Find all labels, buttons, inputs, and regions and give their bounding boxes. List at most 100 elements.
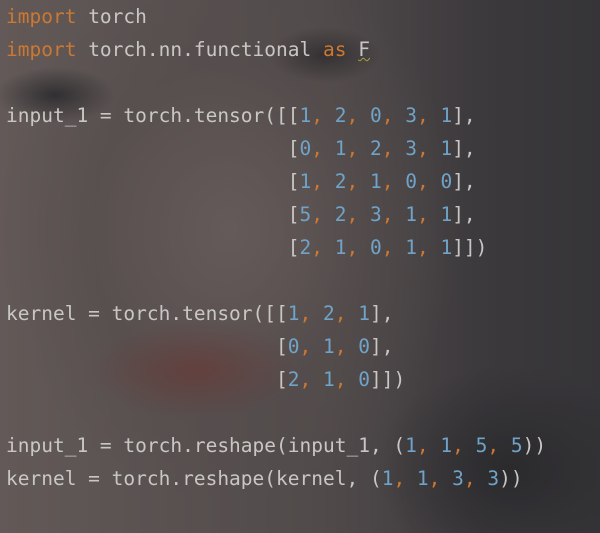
code-token: [ (6, 170, 300, 193)
keyword-token: , (334, 302, 359, 325)
code-line[interactable]: input_1 = torch.reshape(input_1, (1, 1, … (6, 429, 546, 462)
keyword-token: , (346, 236, 370, 259)
number-token: 1 (334, 236, 347, 259)
keyword-token: import (6, 38, 77, 61)
code-line[interactable]: [0, 1, 0], (6, 330, 546, 363)
number-token: 1 (299, 104, 312, 127)
number-token: 0 (369, 236, 382, 259)
number-token: 1 (287, 302, 300, 325)
number-token: 1 (405, 434, 417, 457)
number-token: 2 (369, 137, 382, 160)
keyword-token: , (334, 368, 359, 391)
keyword-token: , (416, 236, 441, 259)
code-token: [ (6, 203, 300, 226)
keyword-token: as (323, 38, 347, 61)
number-token: 0 (287, 335, 300, 358)
code-token: [ (6, 236, 300, 259)
keyword-token: , (299, 335, 323, 358)
keyword-token: , (381, 170, 406, 193)
keyword-token: , (311, 137, 335, 160)
code-token: kernel = torch.tensor([[ (6, 302, 288, 325)
number-token: 0 (358, 368, 370, 391)
code-editor[interactable]: import torch import torch.nn.functional a… (6, 0, 546, 495)
keyword-token: , (346, 104, 370, 127)
keyword-token: , (463, 467, 488, 490)
code-line[interactable]: [5, 2, 3, 1, 1], (6, 198, 546, 231)
keyword-token: , (346, 137, 370, 160)
code-token: ], (369, 302, 394, 325)
keyword-token: , (381, 236, 406, 259)
keyword-token: , (311, 104, 335, 127)
number-token: 1 (405, 203, 417, 226)
number-token: 2 (334, 203, 347, 226)
number-token: 1 (334, 137, 347, 160)
number-token: 1 (381, 467, 394, 490)
code-line[interactable]: import torch (6, 0, 546, 33)
keyword-token: , (299, 368, 323, 391)
number-token: 2 (334, 170, 347, 193)
code-token: torch (76, 5, 147, 28)
code-token: [ (6, 137, 300, 160)
number-token: 0 (358, 335, 370, 358)
code-line[interactable]: kernel = torch.tensor([[1, 2, 1], (6, 297, 546, 330)
number-token: 1 (358, 302, 370, 325)
code-line[interactable]: [2, 1, 0]]) (6, 363, 546, 396)
number-token: 1 (323, 335, 335, 358)
keyword-token: , (416, 170, 441, 193)
number-token: 3 (405, 137, 417, 160)
keyword-token: , (393, 467, 417, 490)
number-token: 0 (405, 170, 417, 193)
number-token: 5 (510, 434, 523, 457)
keyword-token: , (346, 170, 370, 193)
code-token: )) (499, 467, 523, 490)
keyword-token: , (487, 434, 511, 457)
code-line[interactable] (6, 66, 546, 99)
number-token: 1 (440, 434, 453, 457)
code-token: ], (452, 203, 476, 226)
keyword-token: , (416, 203, 441, 226)
number-token: 5 (475, 434, 488, 457)
keyword-token: , (381, 104, 406, 127)
number-token: 5 (299, 203, 312, 226)
code-line[interactable]: [0, 1, 2, 3, 1], (6, 132, 546, 165)
code-token: input_1 = torch.tensor([[ (6, 104, 300, 127)
code-token: ]]) (369, 368, 406, 391)
number-token: 3 (487, 467, 500, 490)
keyword-token: , (381, 137, 406, 160)
keyword-token: , (334, 335, 359, 358)
number-token: 3 (405, 104, 417, 127)
code-line[interactable]: input_1 = torch.tensor([[1, 2, 0, 3, 1], (6, 99, 546, 132)
keyword-token: , (428, 467, 453, 490)
number-token: 1 (440, 203, 453, 226)
number-token: 2 (323, 302, 335, 325)
number-token: 1 (440, 104, 453, 127)
number-token: 1 (299, 170, 312, 193)
code-token: [ (6, 368, 288, 391)
code-line[interactable]: kernel = torch.reshape(kernel, (1, 1, 3,… (6, 462, 546, 495)
number-token: 2 (334, 104, 347, 127)
number-token: 1 (405, 236, 417, 259)
keyword-token: , (416, 137, 441, 160)
code-line[interactable]: [2, 1, 0, 1, 1]]) (6, 231, 546, 264)
code-token: torch.nn.functional (76, 38, 323, 61)
keyword-token: , (452, 434, 476, 457)
keyword-token: , (311, 203, 335, 226)
code-line[interactable]: [1, 2, 1, 0, 0], (6, 165, 546, 198)
code-line[interactable] (6, 396, 546, 429)
keyword-token: , (416, 104, 441, 127)
number-token: 1 (416, 467, 429, 490)
number-token: 2 (299, 236, 312, 259)
keyword-token: , (311, 236, 335, 259)
code-token: kernel = torch.reshape(kernel, ( (6, 467, 382, 490)
code-token: [ (6, 335, 288, 358)
code-line[interactable]: import torch.nn.functional as F (6, 33, 546, 66)
number-token: 2 (287, 368, 300, 391)
code-token: ], (452, 104, 476, 127)
number-token: 1 (323, 368, 335, 391)
keyword-token: import (6, 5, 77, 28)
number-token: 0 (299, 137, 312, 160)
number-token: 0 (369, 104, 382, 127)
keyword-token: , (381, 203, 406, 226)
code-token: )) (522, 434, 547, 457)
code-line[interactable] (6, 264, 546, 297)
